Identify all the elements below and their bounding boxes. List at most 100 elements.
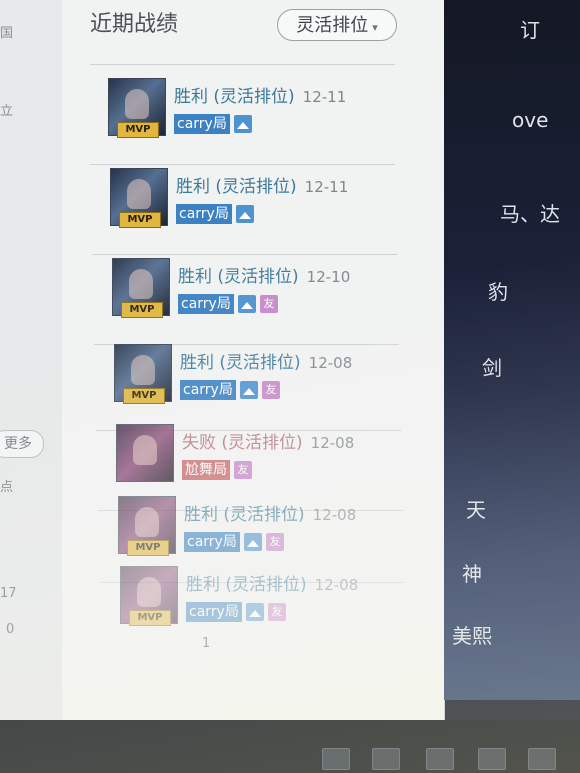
champion-avatar: MVP [112, 258, 170, 318]
champion-avatar: MVP [114, 344, 172, 404]
mvp-badge: MVP [123, 388, 165, 404]
chevron-down-icon: ▾ [372, 21, 378, 34]
champion-portrait [137, 577, 161, 607]
champion-portrait [135, 507, 159, 537]
champion-avatar: MVP [110, 168, 168, 228]
match-result: 胜利 (灵活排位) 12-08 [180, 348, 352, 373]
match-tags: carry局 [176, 204, 254, 224]
match-result-text: 胜利 (灵活排位) [176, 177, 297, 197]
match-result: 胜利 (灵活排位) 12-11 [174, 82, 346, 107]
mountain-glyph [242, 388, 255, 395]
match-row[interactable]: MVP 胜利 (灵活排位) 12-08 carry局 友 [120, 566, 420, 646]
taskbar-app-icon[interactable] [322, 748, 350, 770]
background-window [444, 0, 580, 700]
match-tag: 尬舞局 [182, 460, 230, 480]
match-date: 12-08 [308, 354, 353, 372]
match-date: 12-10 [306, 268, 351, 286]
queue-filter-dropdown[interactable]: 灵活排位 ▾ [277, 9, 397, 41]
match-tag: carry局 [178, 294, 234, 314]
match-result-text: 胜利 (灵活排位) [174, 87, 295, 107]
left-fragment: 立 [0, 104, 14, 119]
image-icon[interactable] [235, 205, 254, 223]
image-icon[interactable] [245, 603, 264, 621]
mountain-glyph [246, 540, 259, 547]
match-tag: carry局 [180, 380, 236, 400]
match-result-text: 胜利 (灵活排位) [186, 575, 307, 595]
friend-badge: 友 [234, 461, 252, 479]
champion-avatar [116, 424, 174, 482]
background-text-fragment: 天 [466, 498, 486, 522]
match-date: 12-08 [312, 506, 357, 524]
match-tag: carry局 [186, 602, 242, 622]
taskbar-app-icon[interactable] [528, 748, 556, 770]
taskbar [0, 720, 580, 773]
background-text-fragment: 神 [462, 562, 482, 586]
divider [90, 64, 395, 65]
background-text-fragment: 马、达 [500, 202, 560, 226]
left-window-sliver: 国 立 更多 点 17 0 [0, 0, 62, 730]
page-title: 近期战绩 [90, 12, 179, 37]
match-row[interactable]: MVP 胜利 (灵活排位) 12-08 carry局 友 [96, 344, 414, 431]
taskbar-app-icon[interactable] [372, 748, 400, 770]
match-row[interactable]: MVP 胜利 (灵活排位) 12-11 carry局 [90, 78, 408, 165]
match-date: 12-08 [310, 434, 355, 452]
mountain-glyph [236, 122, 249, 129]
match-result-text: 胜利 (灵活排位) [184, 505, 305, 525]
queue-filter-label: 灵活排位 [296, 15, 369, 36]
image-icon[interactable] [233, 115, 252, 133]
match-tags: carry局 友 [184, 532, 284, 552]
match-row[interactable]: MVP 胜利 (灵活排位) 12-11 carry局 [92, 168, 410, 255]
image-icon[interactable] [243, 533, 262, 551]
friend-badge: 友 [261, 381, 280, 399]
match-tags: carry局 友 [186, 602, 286, 622]
match-result: 胜利 (灵活排位) 12-11 [176, 172, 348, 197]
left-fragment: 17 [0, 586, 17, 601]
mountain-glyph [248, 610, 261, 617]
image-icon[interactable] [239, 381, 258, 399]
match-tag: carry局 [184, 532, 240, 552]
match-date: 12-11 [302, 88, 347, 106]
friend-badge: 友 [259, 295, 278, 313]
mvp-badge: MVP [121, 302, 163, 318]
background-text-fragment: ove [512, 108, 549, 132]
taskbar-app-icon[interactable] [426, 748, 454, 770]
mvp-badge: MVP [127, 540, 169, 556]
match-date: 12-11 [304, 178, 349, 196]
image-icon[interactable] [237, 295, 256, 313]
mvp-badge: MVP [129, 610, 171, 626]
left-fragment: 0 [6, 622, 15, 637]
match-result: 失败 (灵活排位) 12-08 [182, 428, 354, 453]
champion-portrait [129, 269, 153, 299]
divider [92, 254, 397, 255]
background-text-fragment: 美熙 [452, 624, 492, 648]
match-result: 胜利 (灵活排位) 12-10 [178, 262, 350, 287]
match-row[interactable]: MVP 胜利 (灵活排位) 12-08 carry局 友 [100, 496, 418, 583]
divider [90, 164, 395, 165]
match-row[interactable]: MVP 胜利 (灵活排位) 12-10 carry局 友 [94, 258, 412, 345]
match-row[interactable]: 失败 (灵活排位) 12-08 尬舞局友 [98, 424, 416, 511]
background-text-fragment: 剑 [482, 356, 502, 380]
mountain-glyph [238, 212, 251, 219]
champion-portrait [125, 89, 149, 119]
taskbar-app-icon[interactable] [478, 748, 506, 770]
match-tags: carry局 [174, 114, 252, 134]
mvp-badge: MVP [119, 212, 161, 228]
champion-avatar: MVP [120, 566, 178, 626]
champion-portrait [131, 355, 155, 385]
more-button[interactable]: 更多 [0, 430, 44, 458]
recent-matches-panel: 近期战绩 灵活排位 ▾ MVP 胜利 (灵活排位) 12-11 carry局 MVP 胜利 … [62, 0, 445, 720]
match-result-text: 失败 (灵活排位) [182, 433, 303, 453]
page-number[interactable]: 1 [202, 636, 210, 651]
background-text-fragment: 豹 [488, 280, 508, 304]
match-result-text: 胜利 (灵活排位) [180, 353, 301, 373]
mountain-glyph [240, 302, 253, 309]
left-fragment: 点 [0, 480, 14, 495]
champion-avatar: MVP [108, 78, 166, 138]
match-date: 12-08 [314, 576, 359, 594]
match-result: 胜利 (灵活排位) 12-08 [186, 570, 358, 595]
champion-avatar: MVP [118, 496, 176, 556]
friend-badge: 友 [267, 603, 286, 621]
mvp-badge: MVP [117, 122, 159, 138]
match-tags: 尬舞局友 [182, 460, 252, 480]
champion-portrait [133, 435, 157, 465]
